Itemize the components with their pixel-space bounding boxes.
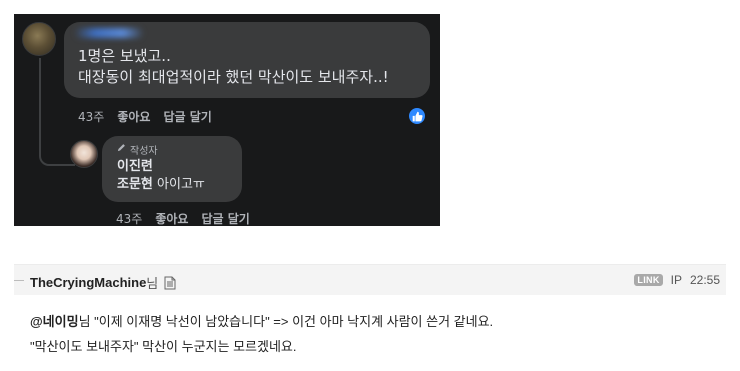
comment-body-line-1: @네이밍님 "이제 이재명 낙선이 남았습니다" => 이건 아마 낙지계 사람… <box>30 309 720 334</box>
commenter-avatar <box>22 22 56 56</box>
reply-bubble: 작성자 이진련 조문현 아이고ㅠ <box>102 136 242 202</box>
comment-author: TheCryingMachine 님 <box>30 273 176 292</box>
ip-label: IP <box>670 273 682 287</box>
reply-mention: 조문현 <box>117 177 153 192</box>
comment-body-line-2: "막산이도 보내주자" 막산이 누군지는 모르겠네요. <box>30 339 297 354</box>
comment-reply-link: 답글 달기 <box>163 110 212 124</box>
comment-actions: 43주 좋아요 답글 달기 <box>78 108 212 125</box>
reply-actions: 43주 좋아요 답글 달기 <box>116 210 250 226</box>
comment-like-link: 좋아요 <box>117 110 151 124</box>
comment-depth-dash <box>14 280 24 281</box>
comment-line-2: 대장동이 최대업적이라 했던 막산이도 보내주자..! <box>78 68 389 86</box>
reply-reply-link: 답글 달기 <box>201 212 250 226</box>
author-tag-label: 작성자 <box>130 145 158 157</box>
comment-meta: LINK IP 22:55 <box>634 273 720 287</box>
reply-author-name: 이진련 <box>117 159 153 174</box>
thumbs-up-icon <box>407 106 427 126</box>
reply-time: 43주 <box>116 212 143 226</box>
redacted-name <box>74 28 144 38</box>
user-mention[interactable]: @네이밍 <box>30 314 79 329</box>
comment-header: TheCryingMachine 님 LINK IP 22:55 <box>14 264 726 295</box>
author-tag: 작성자 <box>117 142 242 157</box>
embedded-screenshot: 1명은 보냈고.. 대장동이 최대업적이라 했던 막산이도 보내주자..! 43… <box>14 14 440 226</box>
reply-author-avatar <box>70 140 98 168</box>
comment-time: 22:55 <box>689 273 720 287</box>
reply-like-link: 좋아요 <box>155 212 189 226</box>
comment-time: 43주 <box>78 110 105 124</box>
author-username[interactable]: TheCryingMachine <box>30 275 146 290</box>
comment-body: @네이밍님 "이제 이재명 낙선이 남았습니다" => 이건 아마 낙지계 사람… <box>30 309 720 359</box>
comment-line-1: 1명은 보냈고.. <box>78 47 171 65</box>
document-icon[interactable] <box>164 276 176 290</box>
author-honorific: 님 <box>146 276 159 291</box>
link-badge[interactable]: LINK <box>634 274 663 286</box>
pencil-icon <box>117 143 126 155</box>
comment-body-text-1: 님 "이제 이재명 낙선이 남았습니다" => 이건 아마 낙지계 사람이 쓴거… <box>78 314 494 329</box>
reply-text: 아이고ㅠ <box>152 177 205 192</box>
reply-message: 조문현 아이고ㅠ <box>117 176 242 194</box>
